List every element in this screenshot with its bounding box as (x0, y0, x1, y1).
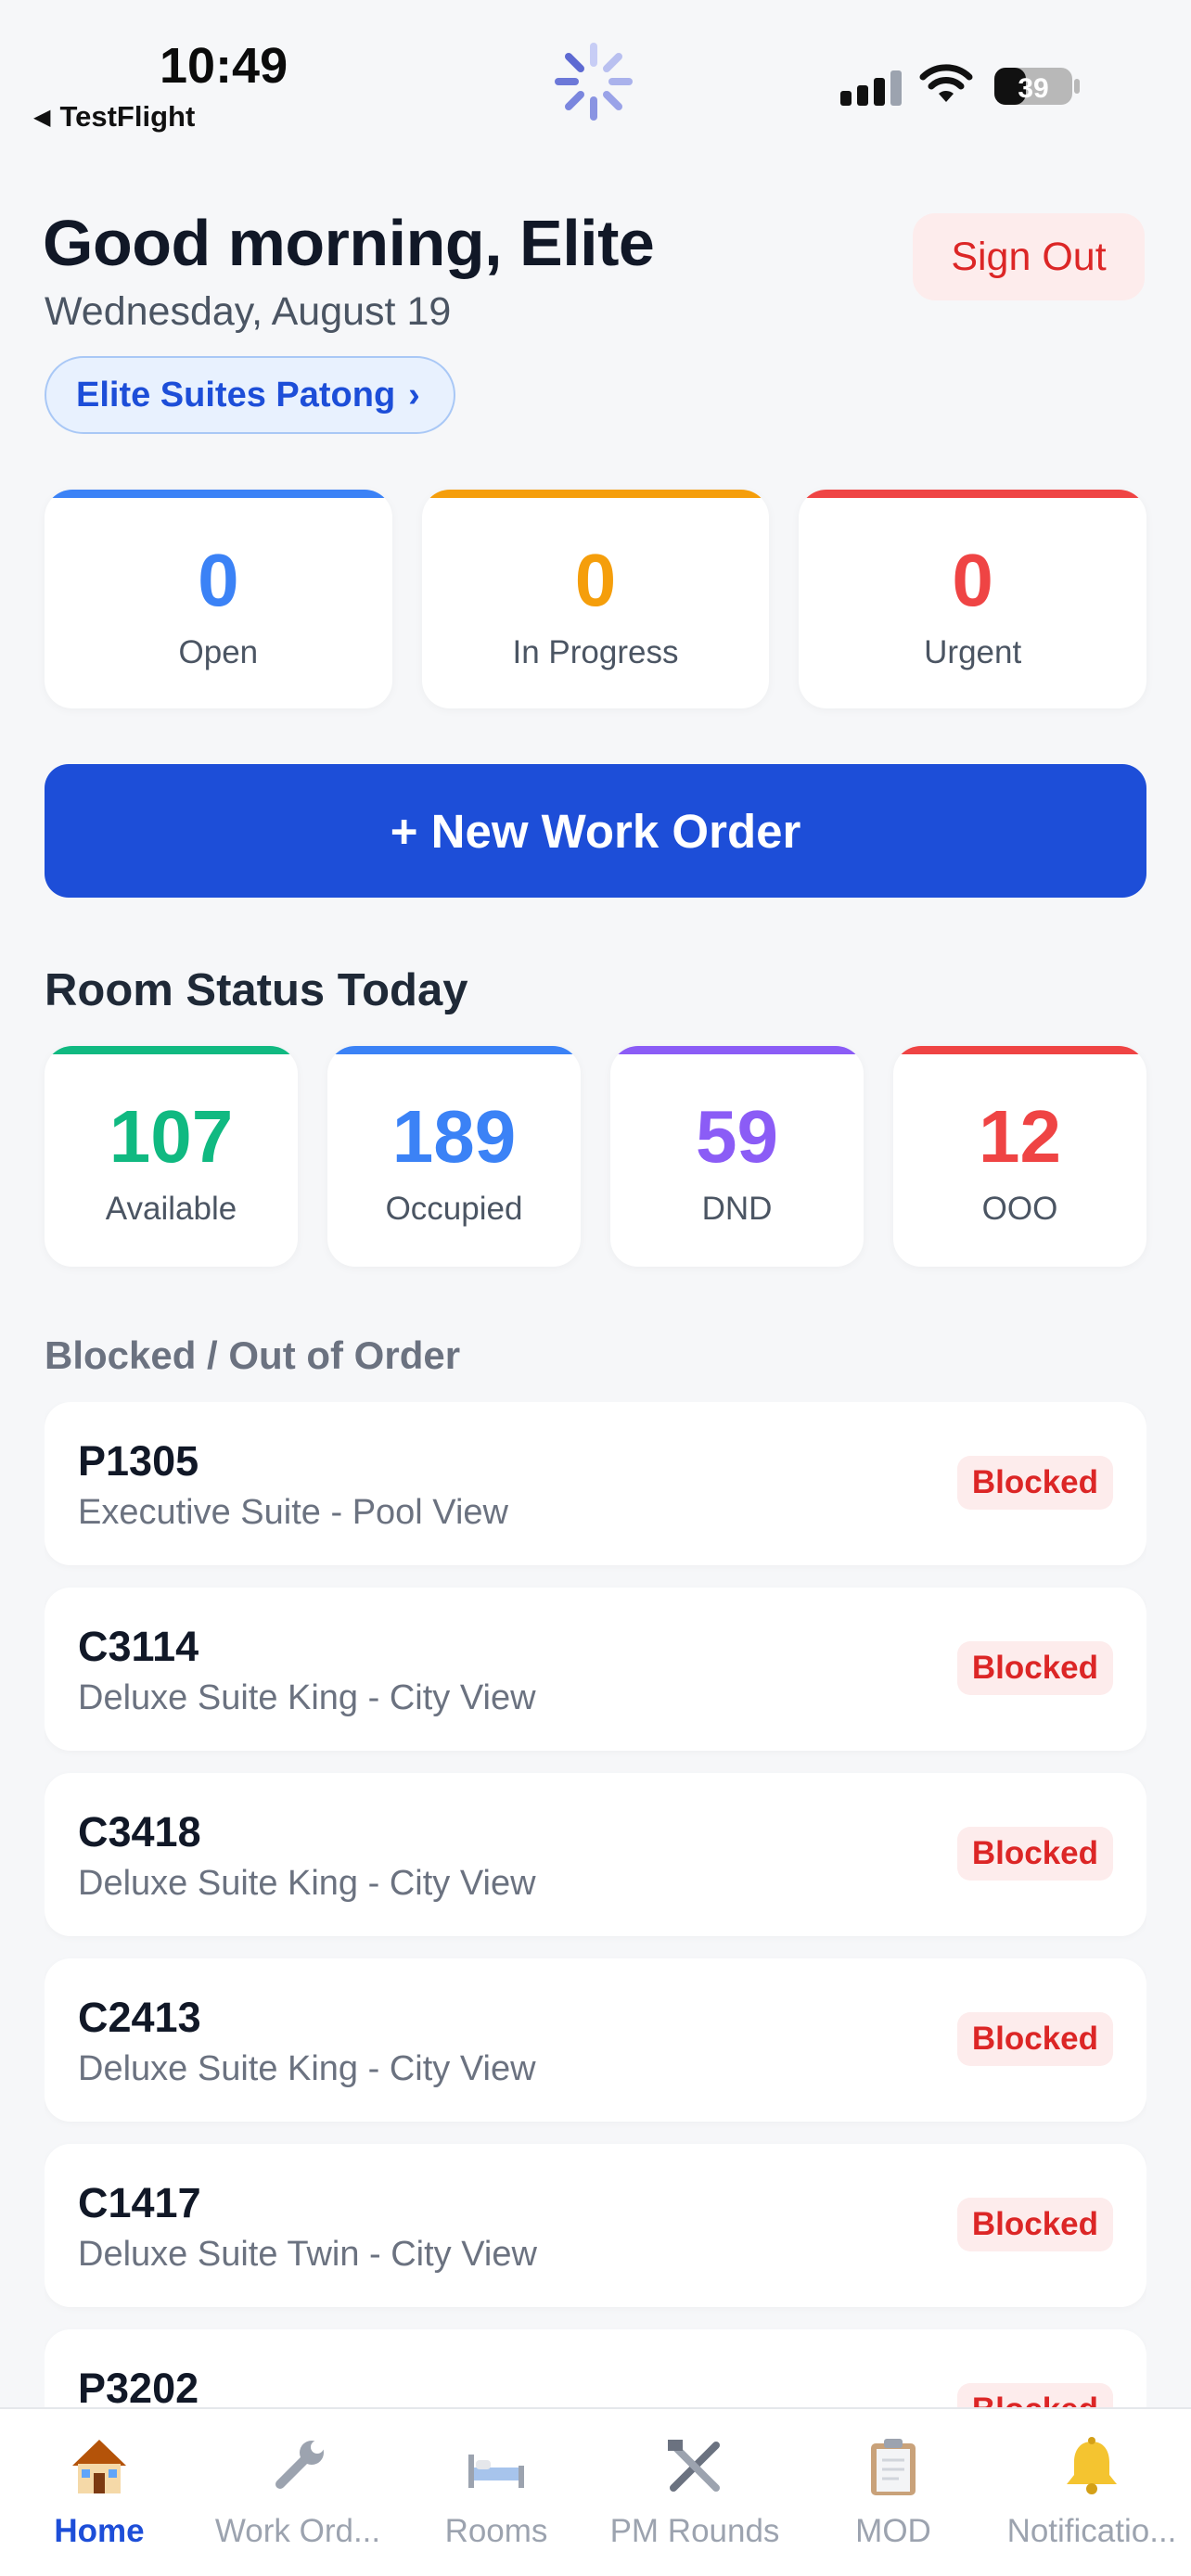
blocked-room-item[interactable]: P1305 Executive Suite - Pool View Blocke… (45, 1402, 1146, 1565)
room-description: Executive Suite - Pool View (78, 1493, 508, 1532)
bed-icon (463, 2433, 530, 2500)
back-arrow-icon: ◀ (33, 104, 51, 130)
status-bar: 10:49 ◀ TestFlight 39 (0, 0, 1191, 139)
tab-mod[interactable]: MOD (794, 2409, 992, 2576)
room-count: 12 (979, 1095, 1061, 1178)
battery-level: 39 (1018, 73, 1048, 104)
tab-label: Rooms (444, 2513, 548, 2549)
bottom-tab-bar: Home Work Ord... Rooms PM Rounds MOD Not… (0, 2407, 1191, 2576)
summary-card-in-progress[interactable]: 0 In Progress (421, 490, 770, 708)
tab-label: Work Ord... (214, 2513, 381, 2549)
room-status-cards: 107 Available 189 Occupied 59 DND 12 OOO (45, 1046, 1146, 1267)
tab-pm-rounds[interactable]: PM Rounds (596, 2409, 794, 2576)
blocked-room-item[interactable]: C1417 Deluxe Suite Twin - City View Bloc… (45, 2144, 1146, 2307)
work-order-summary: 0 Open 0 In Progress 0 Urgent (45, 490, 1147, 708)
blocked-section-title: Blocked / Out of Order (45, 1333, 461, 1377)
current-date: Wednesday, August 19 (45, 289, 452, 334)
room-card-available[interactable]: 107 Available (45, 1046, 298, 1267)
card-accent-bar (610, 1046, 864, 1054)
room-status-title: Room Status Today (45, 965, 468, 1015)
card-accent-bar (45, 490, 392, 498)
tab-home[interactable]: Home (0, 2409, 198, 2576)
room-code: P3202 (78, 2365, 199, 2409)
room-label: OOO (981, 1191, 1058, 1227)
room-description: Deluxe Suite Twin - City View (78, 2235, 537, 2274)
property-selector[interactable]: Elite Suites Patong › (45, 356, 455, 434)
summary-card-open[interactable]: 0 Open (45, 490, 392, 708)
room-count: 189 (391, 1095, 517, 1178)
tab-label: Notificatio... (1006, 2513, 1177, 2549)
room-code: P1305 (78, 1437, 199, 1485)
cellular-signal-icon (840, 69, 902, 106)
new-work-order-button[interactable]: + New Work Order (45, 764, 1146, 898)
loading-spinner-icon (555, 43, 633, 121)
blocked-room-item[interactable]: C3418 Deluxe Suite King - City View Bloc… (45, 1773, 1146, 1936)
summary-count: 0 (198, 539, 239, 621)
room-description: Deluxe Suite King - City View (78, 1678, 536, 1717)
status-time: 10:49 (160, 38, 288, 94)
room-code: C2413 (78, 1994, 201, 2041)
back-to-app-link[interactable]: ◀ TestFlight (33, 100, 195, 134)
room-label: Occupied (385, 1191, 523, 1227)
room-description: Deluxe Suite King - City View (78, 1864, 536, 1903)
card-accent-bar (327, 1046, 581, 1054)
room-label: Available (105, 1191, 237, 1227)
tab-work-orders[interactable]: Work Ord... (198, 2409, 397, 2576)
tab-notifications[interactable]: Notificatio... (992, 2409, 1191, 2576)
tab-label: MOD (855, 2513, 931, 2549)
tab-label: PM Rounds (609, 2513, 780, 2549)
sign-out-button[interactable]: Sign Out (913, 213, 1145, 300)
summary-card-urgent[interactable]: 0 Urgent (799, 490, 1147, 708)
room-card-dnd[interactable]: 59 DND (610, 1046, 864, 1267)
room-code: C3418 (78, 1808, 201, 1855)
room-description: Deluxe Suite King - City View (78, 2049, 536, 2088)
card-accent-bar (421, 490, 770, 498)
clipboard-icon (860, 2433, 927, 2500)
tab-label: Home (54, 2513, 145, 2549)
summary-label: In Progress (512, 634, 679, 670)
status-badge: Blocked (956, 1456, 1113, 1510)
status-badge: Blocked (956, 2198, 1113, 2251)
room-code: C1417 (78, 2179, 201, 2226)
room-code: C3114 (78, 1623, 199, 1670)
back-app-label: TestFlight (59, 100, 196, 133)
status-badge: Blocked (956, 1827, 1113, 1881)
greeting-title: Good morning, Elite (43, 207, 655, 279)
room-label: DND (701, 1191, 773, 1227)
card-accent-bar (799, 490, 1147, 498)
house-icon (66, 2433, 133, 2500)
bell-icon (1058, 2433, 1125, 2500)
card-accent-bar (45, 1046, 298, 1054)
status-badge: Blocked (956, 2012, 1113, 2066)
blocked-room-item[interactable]: C3114 Deluxe Suite King - City View Bloc… (45, 1588, 1146, 1751)
tab-rooms[interactable]: Rooms (397, 2409, 596, 2576)
summary-count: 0 (574, 539, 617, 621)
chevron-right-icon: › (408, 375, 420, 414)
blocked-room-list: P1305 Executive Suite - Pool View Blocke… (45, 1402, 1146, 2409)
property-name: Elite Suites Patong (76, 375, 396, 414)
summary-count: 0 (952, 539, 993, 621)
wifi-icon (919, 64, 973, 102)
status-badge: Blocked (956, 1641, 1113, 1695)
card-accent-bar (893, 1046, 1146, 1054)
wrench-icon (264, 2433, 331, 2500)
room-card-occupied[interactable]: 189 Occupied (327, 1046, 581, 1267)
status-badge: Blocked (956, 2383, 1113, 2409)
summary-label: Urgent (924, 634, 1022, 670)
blocked-room-item[interactable]: P3202 Blocked (45, 2329, 1146, 2409)
room-card-ooo[interactable]: 12 OOO (893, 1046, 1146, 1267)
battery-icon: 39 (994, 68, 1080, 105)
tools-icon (661, 2433, 728, 2500)
summary-label: Open (178, 634, 259, 670)
blocked-room-item[interactable]: C2413 Deluxe Suite King - City View Bloc… (45, 1958, 1146, 2122)
room-count: 59 (696, 1095, 778, 1178)
room-count: 107 (109, 1095, 234, 1178)
